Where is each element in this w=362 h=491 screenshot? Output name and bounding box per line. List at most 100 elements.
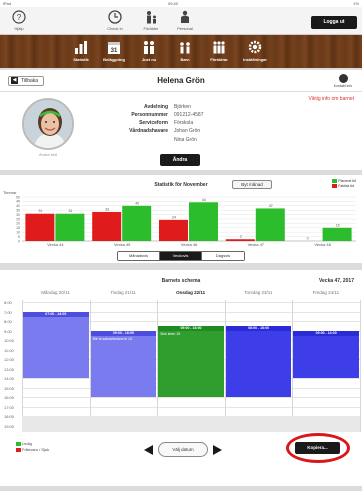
bar-actual	[159, 219, 188, 241]
important-info-link[interactable]: Viktig info om barnet	[309, 96, 355, 102]
segment-weekly[interactable]: Veckovis	[160, 252, 202, 260]
svg-text:31: 31	[111, 48, 118, 54]
nav-settings-label: Inställningar	[243, 57, 267, 62]
nav-parent[interactable]: Förälder	[136, 10, 166, 31]
nav-statistics[interactable]: Statistik	[66, 39, 96, 62]
legend-swatch-actual	[332, 184, 338, 189]
calendar-icon: 31	[108, 42, 120, 54]
field-value-department: Björken	[174, 104, 191, 110]
schedule-week-label: Vecka 47, 2017	[318, 278, 354, 284]
change-photo-link[interactable]: Ändra bild	[22, 152, 74, 157]
nav-parent-label: Förälder	[143, 26, 159, 31]
hour-label: 9:00	[4, 328, 12, 334]
chart-icon	[75, 41, 87, 54]
schedule-block-note: Blir ta saknahedone kl 13	[92, 336, 132, 341]
legend-swatch-absent	[16, 447, 21, 452]
nav-occupancy-label: Beläggning	[103, 57, 125, 62]
bar-value-label: 2	[240, 235, 242, 239]
previous-week-arrow-icon[interactable]	[144, 445, 153, 455]
nav-check-in[interactable]: Check in	[100, 10, 130, 31]
hour-label: 19:00	[4, 423, 15, 429]
page-title: Helena Grön	[157, 76, 205, 85]
field-value-guardian-1: Johan Grön	[174, 128, 201, 134]
change-month-button[interactable]: Byt månad	[232, 180, 272, 189]
y-tick-label: 35	[16, 209, 20, 213]
bar-planned	[322, 227, 352, 241]
day-header[interactable]: Onsdag 22/11	[157, 290, 224, 295]
bar-value-label: 31	[38, 209, 42, 213]
nav-parents-label: Föräldrar	[210, 57, 228, 62]
y-tick-label: 45	[16, 200, 20, 204]
legend-swatch-planned	[332, 179, 338, 184]
hour-gridline	[22, 397, 360, 398]
schedule-block[interactable]: 08:00 - 16:00	[225, 325, 292, 397]
logout-button[interactable]: Logga ut	[311, 16, 357, 29]
schedule-block-time: 07:00 - 14:00	[23, 311, 89, 317]
hour-label: 7:00	[4, 309, 12, 315]
child-photo	[24, 100, 72, 148]
day-header[interactable]: Fredag 24/11	[292, 290, 359, 295]
battery-label: 1%	[353, 1, 359, 6]
segment-monthly[interactable]: Månadsvis	[118, 252, 160, 260]
avatar[interactable]	[22, 98, 74, 150]
bar-value-label: 0	[307, 237, 309, 241]
x-tick-label: Vecka 48	[314, 242, 331, 247]
parents-icon	[213, 41, 225, 54]
main-nav: Statistik 31 Beläggning Just nu Barn För…	[0, 35, 362, 68]
hour-label: 14:00	[4, 376, 15, 381]
select-date-button[interactable]: Välj datum	[158, 442, 208, 457]
bar-planned	[255, 208, 285, 241]
legend-item-absent: Frånvaro / Sjuk	[16, 447, 49, 452]
day-header[interactable]: Torsdag 23/11	[225, 290, 292, 295]
schedule-block[interactable]: 09:00 - 16:00 Blir ta saknahedone kl 13	[90, 330, 157, 397]
nav-parents[interactable]: Föräldrar	[204, 39, 234, 62]
bar-value-label: 24	[172, 215, 176, 219]
nav-children-label: Barn	[180, 57, 190, 62]
legend-item-actual: Faktisk tid	[332, 184, 356, 189]
bar-actual	[25, 213, 55, 241]
schedule-block[interactable]: 09:00 - 16:00 Sick keen 15	[158, 325, 224, 397]
legend-label-planned: Planerat tid	[338, 179, 356, 183]
nav-now[interactable]: Just nu	[134, 39, 164, 62]
segment-daily[interactable]: Dagsvis	[202, 252, 244, 260]
nav-staff[interactable]: Personal	[170, 10, 200, 31]
carrier-label: iPad	[3, 1, 12, 6]
field-label-service: Serviceform	[139, 120, 168, 126]
svg-text:?: ?	[17, 13, 22, 22]
period-segmented-control: Månadsvis Veckovis Dagsvis	[117, 251, 245, 261]
schedule-title: Barnets schema	[161, 278, 201, 284]
legend-item-free: Ledig	[16, 441, 49, 446]
legend-label-free: Ledig	[22, 441, 32, 446]
schedule-block-time: 08:00 - 16:00	[225, 325, 292, 331]
clock-icon	[108, 10, 122, 24]
next-week-arrow-icon[interactable]	[213, 445, 222, 455]
contact-info-label: Kontakt info	[333, 84, 353, 88]
schedule-block[interactable]: 09:00 - 14:00	[293, 330, 359, 378]
child-icon	[180, 42, 190, 54]
day-header[interactable]: Måndag 20/11	[22, 290, 89, 295]
hour-label: 13:00	[4, 366, 15, 372]
schedule-block[interactable]: 07:00 - 14:00	[23, 311, 89, 378]
bar-actual	[92, 211, 122, 241]
top-nav: ? Hjälp Check in Förälder Personal Logga…	[0, 7, 362, 35]
field-value-personal-number: 091212-4587	[174, 112, 204, 118]
day-header[interactable]: Tisdag 21/11	[90, 290, 157, 295]
hour-label: 6:00	[4, 300, 12, 305]
nav-help[interactable]: ? Hjälp	[4, 10, 34, 31]
nav-occupancy[interactable]: 31 Beläggning	[99, 39, 129, 62]
legend-swatch-free	[16, 441, 21, 446]
page-header: ◀ Tillbaka Helena Grön Kontakt info	[0, 70, 362, 92]
contact-info-button[interactable]: Kontakt info	[330, 74, 356, 88]
field-value-service: Förskola	[174, 120, 194, 126]
bar-value-label: 44	[202, 198, 206, 202]
hour-gridline	[22, 302, 360, 303]
statistics-title: Statistik för November	[154, 182, 208, 188]
edit-button[interactable]: Ändra	[160, 154, 200, 166]
y-tick-label: 15	[16, 226, 20, 230]
highlight-circle	[286, 433, 350, 463]
nav-children[interactable]: Barn	[170, 39, 200, 62]
field-value-guardian-2: Nina Grön	[174, 137, 197, 143]
y-tick-label: 10	[16, 231, 20, 235]
hour-label: 10:00	[4, 338, 15, 343]
nav-settings[interactable]: Inställningar	[240, 39, 270, 62]
